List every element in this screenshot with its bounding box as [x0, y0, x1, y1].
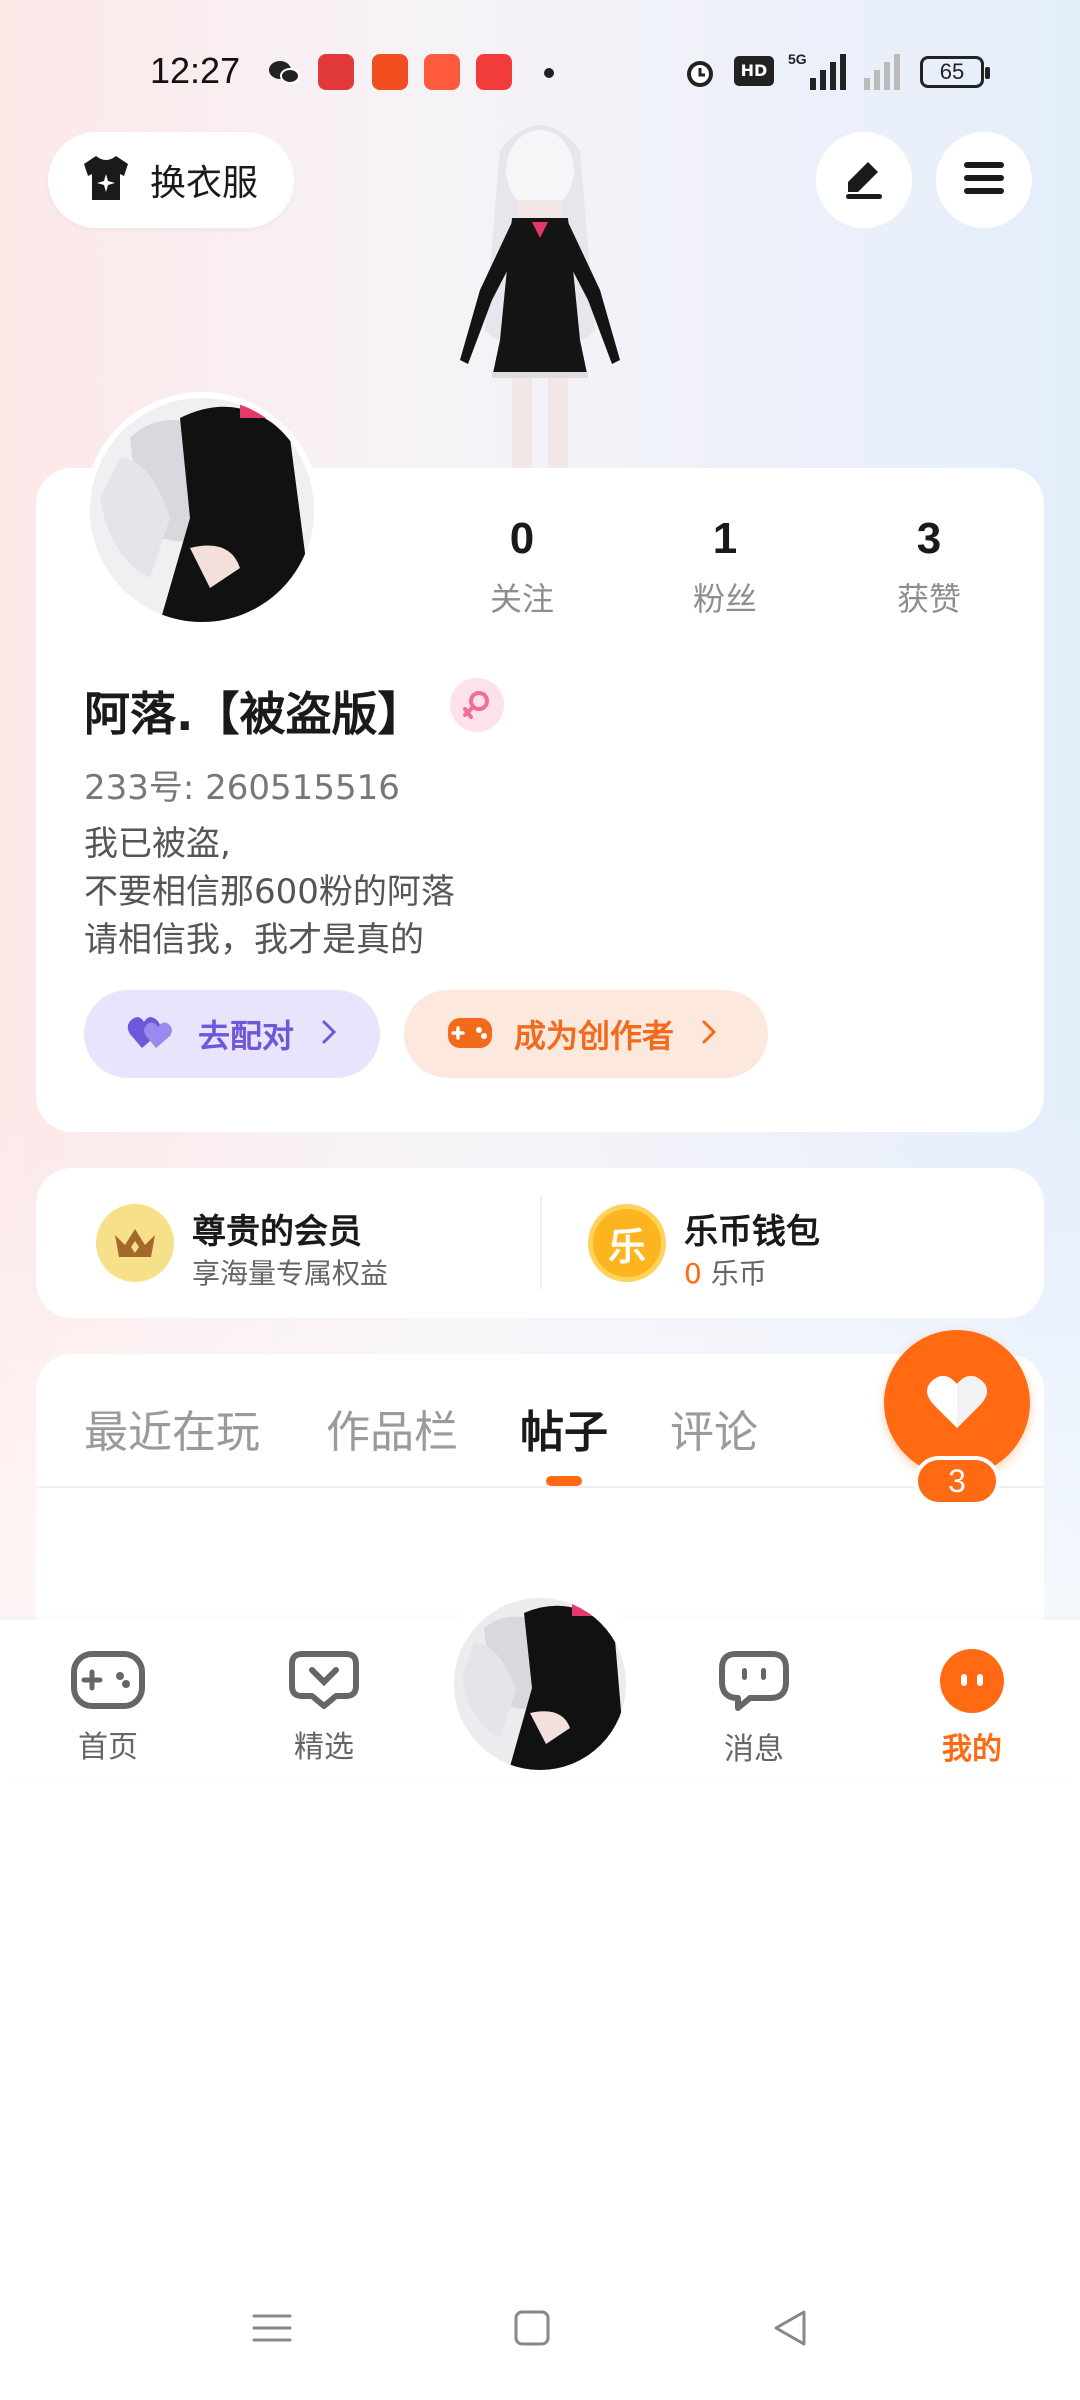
stat-likes[interactable]: 3 获赞 — [849, 514, 1009, 620]
member-divider — [540, 1196, 542, 1290]
nav-featured[interactable]: 精选 — [264, 1648, 384, 1766]
stat-following[interactable]: 0 关注 — [442, 514, 602, 620]
stat-following-value: 0 — [509, 514, 535, 563]
wechat-icon — [266, 54, 302, 90]
nav-profile[interactable]: 我的 — [912, 1648, 1032, 1768]
wallet-title[interactable]: 乐币钱包 — [684, 1204, 820, 1253]
gamepad-icon — [70, 1651, 146, 1716]
menu-lines-icon — [252, 2308, 292, 2352]
audio-app-icon — [372, 54, 408, 90]
nav-home[interactable]: 首页 — [48, 1648, 168, 1766]
music-app-icon — [476, 54, 512, 90]
change-outfit-button[interactable]: 换衣服 — [48, 132, 294, 228]
wallet-unit: 乐币 — [710, 1257, 767, 1290]
bio-line: 请相信我，我才是真的 — [84, 920, 424, 960]
coin-icon: 乐 — [588, 1204, 666, 1282]
become-creator-label: 成为创作者 — [514, 1017, 675, 1055]
avatar-character-figure[interactable] — [420, 110, 660, 470]
system-home-button[interactable] — [502, 2300, 562, 2360]
stat-followers-label: 粉丝 — [692, 580, 757, 618]
status-bar: 12:27 HD 5G 65 — [0, 40, 1080, 104]
crown-icon — [96, 1204, 174, 1282]
heart-chat-icon — [288, 1651, 360, 1716]
video-app-icon — [424, 54, 460, 90]
nav-profile-label: 我的 — [942, 1732, 1002, 1767]
alarm-icon — [682, 54, 718, 94]
stat-followers-value: 1 — [712, 514, 738, 563]
bio: 我已被盗, 不要相信那600粉的阿落 请相信我，我才是真的 — [84, 820, 455, 964]
edit-profile-button[interactable] — [816, 132, 912, 228]
vip-title[interactable]: 尊贵的会员 — [192, 1204, 362, 1253]
system-back-button[interactable] — [760, 2300, 820, 2360]
tshirt-icon — [78, 150, 134, 210]
become-creator-button[interactable]: 成为创作者 — [404, 990, 768, 1078]
nav-home-label: 首页 — [78, 1730, 138, 1765]
change-outfit-label: 换衣服 — [150, 163, 259, 204]
chevron-right-icon — [700, 1018, 718, 1050]
tab-recently-played[interactable]: 最近在玩 — [84, 1396, 260, 1460]
match-hearts-icon — [126, 1012, 178, 1056]
status-time: 12:27 — [150, 50, 241, 91]
hd-icon: HD — [734, 56, 774, 86]
tab-posts[interactable]: 帖子 — [520, 1396, 608, 1460]
user-id: 233号: 260515516 — [84, 768, 400, 808]
signal-weak-icon — [860, 50, 910, 98]
back-triangle-icon — [770, 2308, 810, 2352]
menu-icon — [960, 154, 1008, 206]
membership-card: 尊贵的会员 享海量专属权益 乐 乐币钱包 0 乐币 — [36, 1168, 1044, 1318]
battery-indicator: 65 — [920, 56, 990, 88]
center-avatar-button[interactable] — [454, 1598, 626, 1770]
username: 阿落.【被盗版】 — [84, 687, 424, 741]
active-tab-indicator — [546, 1476, 582, 1486]
chevron-right-icon — [320, 1018, 338, 1050]
match-button[interactable]: 去配对 — [84, 990, 380, 1078]
menu-button[interactable] — [936, 132, 1032, 228]
game-controller-icon — [446, 1012, 494, 1056]
tab-works[interactable]: 作品栏 — [326, 1396, 458, 1460]
bio-line: 不要相信那600粉的阿落 — [84, 872, 455, 912]
profile-face-icon — [937, 1649, 1007, 1718]
svg-text:5G: 5G — [788, 51, 807, 67]
stat-likes-label: 获赞 — [896, 580, 961, 618]
message-icon — [718, 1651, 790, 1718]
wallet-amount: 0 — [684, 1257, 702, 1290]
stat-likes-value: 3 — [916, 514, 942, 563]
more-dot-icon — [544, 68, 554, 78]
bio-line: 我已被盗, — [84, 824, 231, 864]
nav-featured-label: 精选 — [294, 1730, 354, 1765]
wallet-balance: 0 乐币 — [684, 1252, 767, 1292]
profile-avatar[interactable] — [84, 392, 320, 628]
stat-followers[interactable]: 1 粉丝 — [645, 514, 805, 620]
heart-icon — [925, 1372, 989, 1434]
nav-messages[interactable]: 消息 — [694, 1648, 814, 1768]
system-menu-button[interactable] — [242, 2300, 302, 2360]
signal-5g-icon: 5G — [786, 50, 856, 98]
square-icon — [512, 2308, 552, 2352]
tab-comments[interactable]: 评论 — [670, 1396, 758, 1460]
tabs-divider — [36, 1486, 1044, 1488]
vip-subtitle: 享海量专属权益 — [192, 1257, 389, 1290]
like-count-badge: 3 — [914, 1456, 1000, 1506]
gender-female-icon — [450, 678, 504, 732]
nav-messages-label: 消息 — [724, 1732, 784, 1767]
pen-icon — [840, 154, 888, 206]
match-label: 去配对 — [198, 1017, 295, 1055]
stat-following-label: 关注 — [489, 580, 554, 618]
app-notification-icon — [318, 54, 354, 90]
like-button[interactable] — [884, 1330, 1030, 1476]
